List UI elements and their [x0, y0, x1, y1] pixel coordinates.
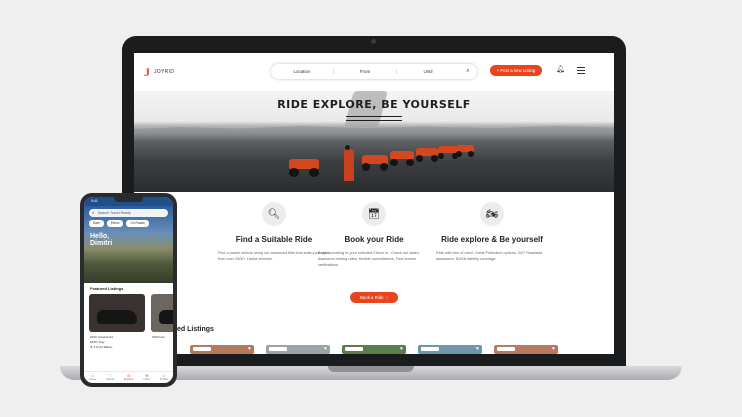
heart-icon[interactable]: ♥ — [248, 346, 251, 352]
tab-saved[interactable]: ♡ Saved — [106, 374, 114, 381]
card-rating: ★ 4.9 (44 Rides) — [90, 345, 113, 349]
card-vehicle-name: 2020 Hon — [152, 335, 166, 339]
book-ride-button[interactable]: Book a Ride › — [350, 292, 398, 303]
phone-card-info: 2020 Hon — [152, 335, 165, 340]
book-ride-label: Book a Ride — [360, 295, 384, 300]
bell-icon[interactable]: 🔔︎ — [556, 65, 565, 73]
atv-image — [362, 155, 388, 171]
tab-bar: ⌂ Home ♡ Saved ◎ Explore ✉ Inbox ☺ Profile — [84, 371, 173, 383]
chip-on-roads[interactable]: On Roads — [126, 220, 149, 227]
greeting-hello: Hello, — [90, 233, 110, 240]
heart-icon[interactable]: ♥ — [552, 346, 555, 352]
feature-ride-explore: 🏍︎ Ride explore & Be yourself Ride with … — [422, 202, 562, 262]
top-nav: J JOYRID Location From Until ⌕ + Post a … — [134, 53, 614, 91]
atv-image — [456, 145, 474, 157]
logo-text: JOYRID — [154, 69, 175, 75]
location-field[interactable]: Location — [271, 69, 334, 74]
atv-image — [416, 148, 438, 162]
rider-icon: 🏍︎ — [480, 202, 504, 226]
listing-card[interactable]: ♥ — [266, 345, 330, 354]
listing-card[interactable]: ♥ — [190, 345, 254, 354]
from-field[interactable]: From — [334, 69, 397, 74]
phone-hero: ⌕ Search Travel Ready Date Filters On Ro… — [84, 206, 173, 283]
chip-date[interactable]: Date — [89, 220, 104, 227]
hamburger-menu-icon[interactable] — [577, 67, 585, 76]
rider-image — [344, 145, 354, 181]
tab-profile[interactable]: ☺ Profile — [160, 374, 168, 381]
post-listing-label: + Post a new Listing — [496, 68, 536, 73]
search-icon: ⌕ — [92, 210, 95, 215]
motorcycle-image — [159, 310, 173, 324]
hero-underline — [346, 116, 402, 124]
feature-description: Ride with free of mind, Great Protection… — [436, 251, 543, 261]
status-time: 9:41 — [91, 199, 98, 203]
heart-icon[interactable]: ♥ — [476, 346, 479, 352]
tab-explore[interactable]: ◎ Explore — [124, 374, 133, 381]
hero-banner: RIDE EXPLORE, BE YOURSELF — [134, 91, 614, 192]
tab-inbox[interactable]: ✉ Inbox — [143, 374, 150, 381]
phone-listing-card[interactable] — [89, 294, 145, 332]
laptop-notch — [328, 366, 414, 372]
listing-card[interactable]: ♥ — [418, 345, 482, 354]
phone-search-input[interactable]: ⌕ Search Travel Ready — [89, 209, 168, 217]
heart-icon[interactable]: ♥ — [324, 346, 327, 352]
phone-notch — [114, 197, 143, 202]
until-field[interactable]: Until — [397, 69, 459, 74]
phone-listing-card[interactable] — [151, 294, 173, 332]
atv-image — [390, 151, 414, 166]
laptop-camera — [371, 39, 376, 44]
phone-search-placeholder: Search Travel Ready — [98, 211, 131, 215]
arrow-right-icon: › — [386, 295, 388, 300]
greeting-name: Dimitri — [90, 240, 113, 247]
atv-search-icon: 🔍︎ — [262, 202, 286, 226]
feature-title: Ride explore & Be yourself — [441, 235, 543, 244]
phone-featured-heading: Featured Listings — [90, 286, 124, 291]
laptop-screen: J JOYRID Location From Until ⌕ + Post a … — [134, 53, 614, 354]
atv-image — [438, 146, 458, 159]
motorcycle-image — [97, 310, 137, 324]
hero-title: RIDE EXPLORE, BE YOURSELF — [277, 98, 471, 111]
listing-card[interactable]: ♥ — [494, 345, 558, 354]
atv-image — [289, 159, 319, 177]
tab-home[interactable]: ⌂ Home — [89, 374, 96, 381]
listing-card[interactable]: ♥ — [342, 345, 406, 354]
calendar-icon: 📅︎ — [362, 202, 386, 226]
chip-filters[interactable]: Filters — [106, 220, 124, 227]
heart-icon[interactable]: ♥ — [400, 346, 403, 352]
logo-mark-icon: J — [144, 65, 150, 79]
search-icon[interactable]: ⌕ — [459, 68, 477, 75]
search-bar[interactable]: Location From Until ⌕ — [271, 64, 477, 79]
phone-card-info: 2020 Yamaha R1 $199 / Day ★ 4.9 (44 Ride… — [90, 335, 113, 350]
phone-screen: 9:41 ⌕ Search Travel Ready Date Filters … — [84, 197, 173, 383]
logo[interactable]: J JOYRID — [144, 65, 174, 79]
filter-chips: Date Filters On Roads — [89, 220, 149, 227]
greeting: Hello, Dimitri — [90, 233, 112, 247]
post-listing-button[interactable]: + Post a new Listing — [490, 65, 542, 76]
